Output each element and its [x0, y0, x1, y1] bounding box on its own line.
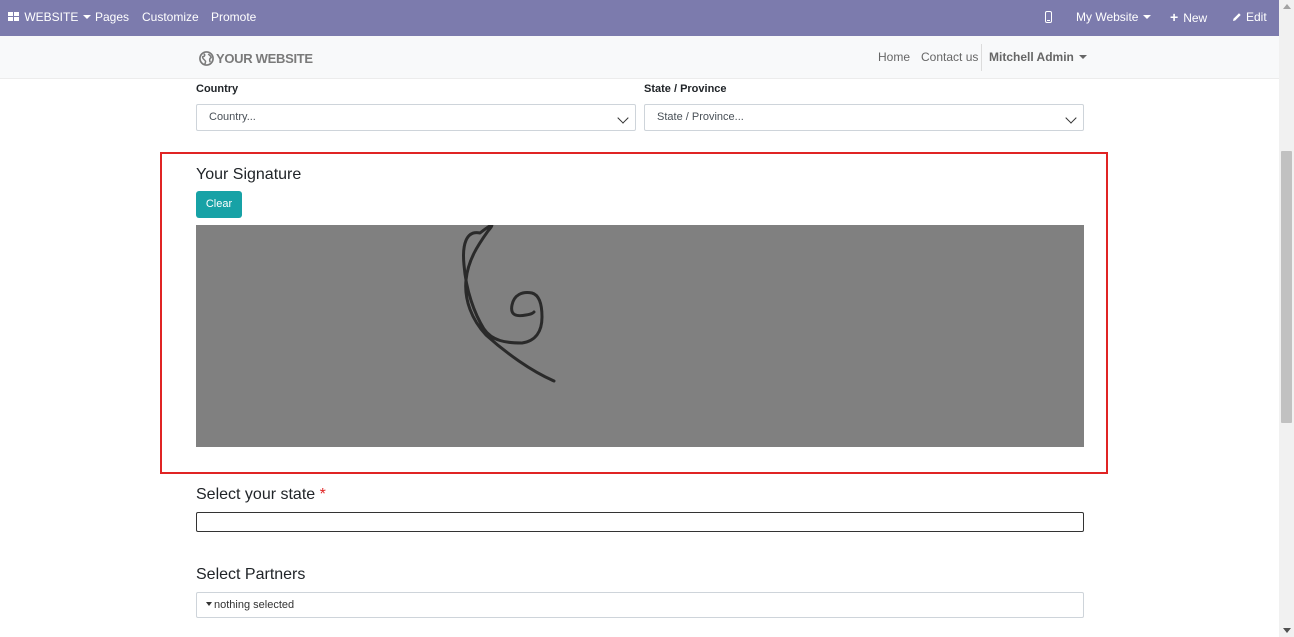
plus-icon: + — [1170, 9, 1179, 25]
app-label: WEBSITE — [24, 10, 79, 24]
page-scrollbar[interactable] — [1279, 0, 1294, 637]
state-province-select[interactable]: State / Province... — [644, 104, 1084, 131]
signature-pad[interactable] — [196, 225, 1084, 447]
new-button[interactable]: + New — [1170, 0, 1207, 36]
caret-down-icon — [206, 602, 212, 607]
globe-icon — [199, 50, 214, 66]
country-placeholder: Country... — [209, 111, 256, 123]
website-navbar: YOUR WEBSITE Home Contact us Mitchell Ad… — [0, 36, 1279, 79]
user-name: Mitchell Admin — [989, 50, 1074, 64]
caret-down-icon — [1078, 54, 1087, 59]
clear-signature-button[interactable]: Clear — [196, 191, 242, 218]
state-province-label: State / Province — [644, 83, 727, 95]
nav-divider — [981, 44, 982, 71]
admin-top-bar: WEBSITE Pages Customize Promote My Websi… — [0, 0, 1279, 36]
required-asterisk: * — [319, 486, 326, 503]
signature-title: Your Signature — [196, 166, 302, 183]
website-logo[interactable]: YOUR WEBSITE — [199, 49, 313, 67]
menu-promote[interactable]: Promote — [211, 0, 256, 36]
scroll-up-arrow-icon[interactable] — [1283, 4, 1291, 9]
select-partners-label: Select Partners — [196, 566, 306, 583]
scrollbar-thumb[interactable] — [1281, 151, 1292, 423]
select-state-input[interactable] — [196, 512, 1084, 532]
website-app-menu[interactable]: WEBSITE — [8, 0, 92, 36]
menu-customize[interactable]: Customize — [142, 0, 199, 36]
mobile-preview-icon[interactable] — [1045, 11, 1052, 23]
caret-down-icon — [1143, 14, 1152, 19]
select-state-label: Select your state * — [196, 486, 326, 504]
nav-contact-us[interactable]: Contact us — [921, 50, 978, 64]
select-partners-value: nothing selected — [214, 599, 295, 611]
menu-pages[interactable]: Pages — [95, 0, 129, 36]
select-state-label-text: Select your state — [196, 486, 316, 503]
nav-home[interactable]: Home — [878, 50, 910, 64]
chevron-down-icon — [1065, 112, 1077, 124]
country-label: Country — [196, 83, 239, 95]
country-select[interactable]: Country... — [196, 104, 636, 131]
apps-grid-icon — [8, 11, 19, 21]
website-switcher[interactable]: My Website — [1076, 0, 1152, 36]
website-switcher-label: My Website — [1076, 10, 1139, 24]
pencil-icon — [1233, 13, 1241, 21]
select-partners-dropdown[interactable]: nothing selected — [196, 592, 1084, 618]
caret-down-icon — [83, 14, 92, 19]
edit-label: Edit — [1246, 10, 1267, 24]
signature-stroke — [462, 225, 556, 383]
new-label: New — [1183, 11, 1208, 25]
chevron-down-icon — [617, 112, 629, 124]
edit-button[interactable]: Edit — [1232, 0, 1267, 36]
user-menu[interactable]: Mitchell Admin — [989, 50, 1087, 64]
brand-name: YOUR WEBSITE — [216, 50, 313, 66]
scroll-down-arrow-icon[interactable] — [1283, 628, 1291, 633]
state-province-placeholder: State / Province... — [657, 111, 744, 123]
